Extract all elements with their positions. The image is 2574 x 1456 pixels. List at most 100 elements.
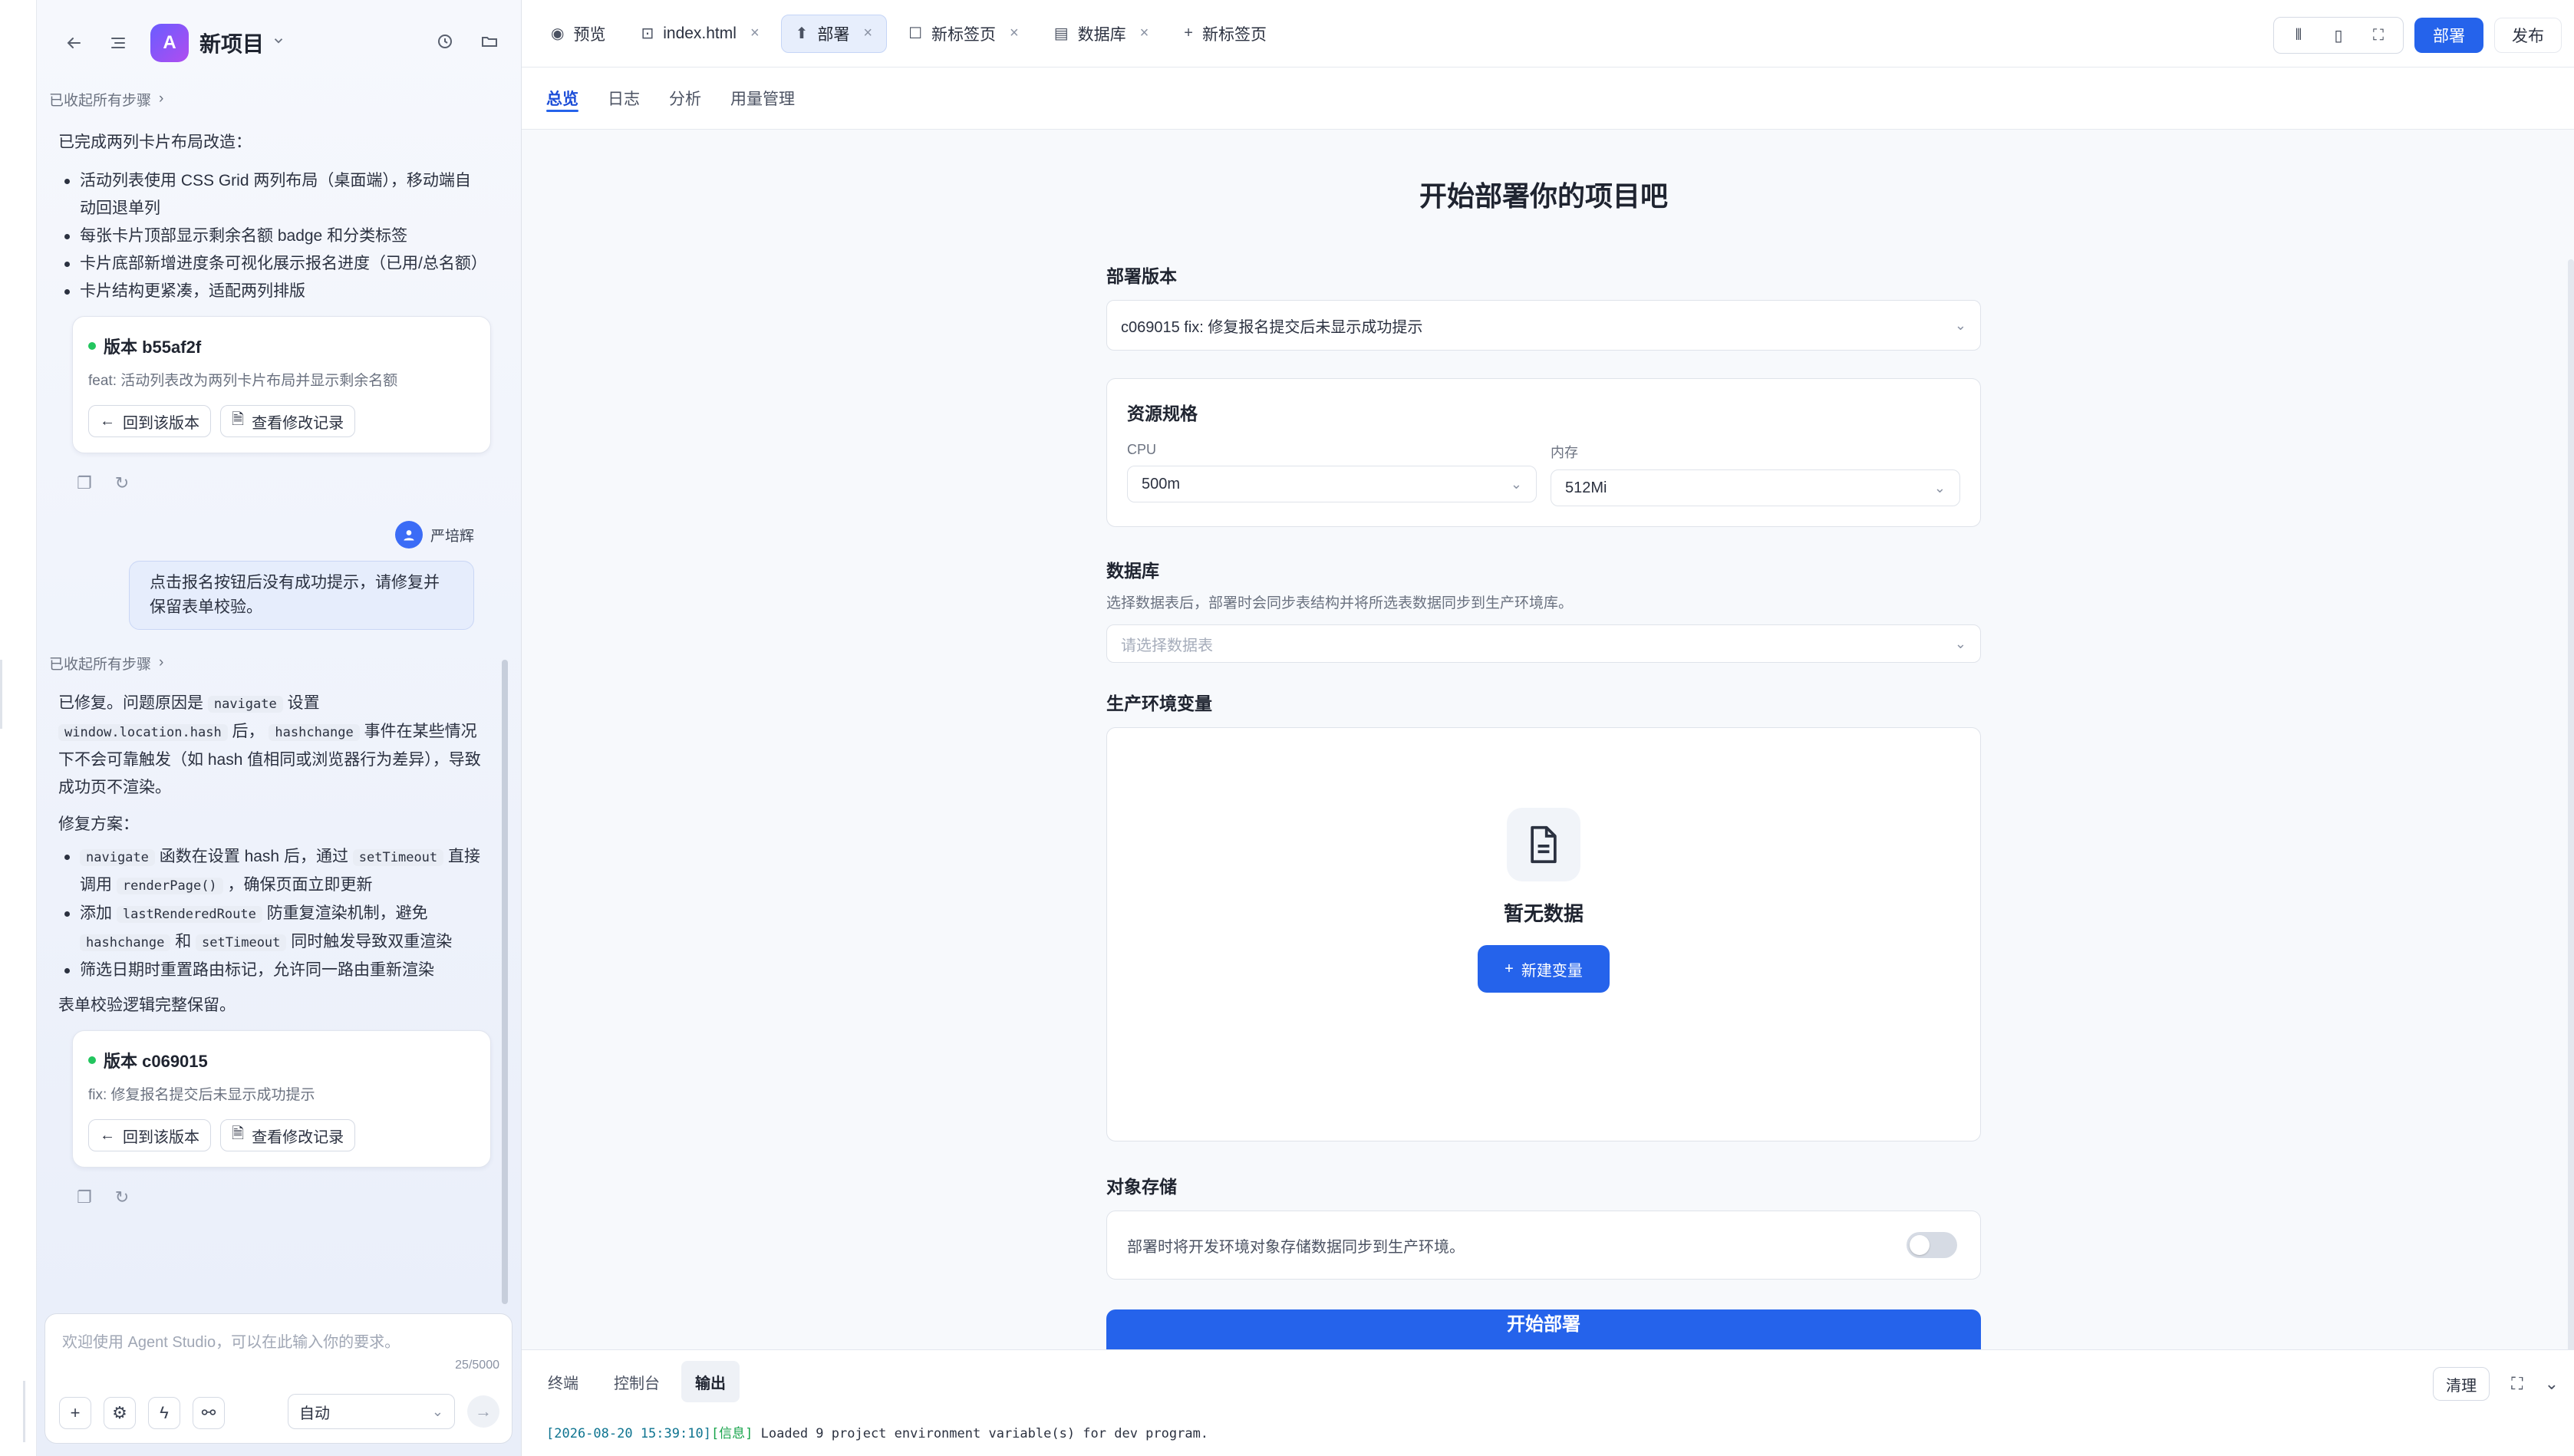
gutter-handle-bottom[interactable] — [23, 1381, 25, 1442]
tab-deploy[interactable]: ⬆ 部署 × — [780, 14, 888, 53]
chevron-right-icon: › — [159, 91, 164, 107]
version-select[interactable]: c069015 fix: 修复报名提交后未显示成功提示 ⌄ — [1106, 300, 1981, 351]
text: 添加 — [80, 904, 112, 922]
text: 设置 — [287, 694, 320, 712]
add-icon[interactable]: + — [59, 1397, 91, 1429]
composer-input[interactable]: 欢迎使用 Agent Studio，可以在此输入你的要求。 — [62, 1329, 400, 1352]
storage-toggle[interactable] — [1907, 1232, 1957, 1258]
refresh-icon[interactable]: ↻ — [115, 473, 129, 493]
database-select[interactable]: 请选择数据表 ⌄ — [1106, 624, 1981, 663]
refresh-icon[interactable]: ↻ — [115, 1188, 129, 1207]
list-menu-icon[interactable] — [101, 26, 135, 60]
mode-select[interactable]: 自动 ⌄ — [288, 1394, 455, 1429]
split-view-icon[interactable]: ⫴ — [2279, 20, 2319, 51]
close-icon[interactable]: × — [863, 25, 872, 42]
chat-scrollbar[interactable] — [502, 660, 508, 1304]
plus-icon: + — [1505, 960, 1514, 977]
revert-version-button[interactable]: ← 回到该版本 — [88, 1119, 211, 1151]
inline-code: setTimeout — [196, 934, 287, 951]
cpu-label: CPU — [1127, 442, 1157, 457]
copy-icon[interactable]: ❐ — [77, 473, 92, 493]
storage-card: 部署时将开发环境对象存储数据同步到生产环境。 — [1106, 1211, 1981, 1280]
user-meta: 严培辉 — [49, 521, 482, 548]
tab-usage[interactable]: 用量管理 — [730, 68, 795, 129]
folder-icon[interactable] — [473, 25, 506, 58]
chevron-down-icon: ⌄ — [1954, 317, 1966, 333]
inline-code: navigate — [207, 696, 283, 713]
text: 已修复。问题原因是 — [58, 694, 203, 712]
revert-version-button[interactable]: ← 回到该版本 — [88, 405, 211, 437]
memory-select[interactable]: 512Mi ⌄ — [1551, 469, 1960, 506]
tab-terminal[interactable]: 终端 — [534, 1361, 592, 1402]
view-changes-button[interactable]: 🗎 查看修改记录 — [220, 405, 356, 437]
tab-logs[interactable]: 日志 — [608, 68, 640, 129]
text: 同时触发导致双重渲染 — [291, 933, 453, 950]
env-vars-label: 生产环境变量 — [1106, 693, 1212, 713]
tab-database[interactable]: ▤ 数据库 × — [1040, 15, 1163, 53]
list-item: 添加 lastRenderedRoute 防重复渲染机制，避免 hashchan… — [58, 900, 482, 957]
collapse-icon[interactable]: ⌄ — [2545, 1374, 2559, 1394]
chat-panel: A 新项目 已收起所有步骤 › 已完成两列卡片布局改造： 活动列表使用 CSS … — [37, 0, 522, 1456]
gutter-handle[interactable] — [0, 660, 2, 729]
status-dot — [88, 1056, 96, 1064]
tab-new-2[interactable]: + 新标签页 — [1170, 15, 1280, 53]
inline-code: hashchange — [269, 724, 360, 741]
document-icon: 🗎 — [232, 1125, 245, 1142]
chevron-right-icon: › — [159, 654, 164, 670]
clear-button[interactable]: 清理 — [2433, 1367, 2490, 1401]
left-gutter — [0, 0, 37, 1456]
tab-console[interactable]: 控制台 — [600, 1361, 674, 1402]
link-icon[interactable]: ⚯ — [193, 1397, 225, 1429]
send-icon[interactable]: → — [467, 1395, 499, 1428]
collapsed-steps-toggle[interactable]: 已收起所有步骤 › — [49, 650, 482, 676]
inline-code: renderPage() — [116, 878, 223, 894]
fix-list: navigate 函数在设置 hash 后，通过 setTimeout 直接调用… — [49, 843, 482, 984]
settings-icon[interactable]: ⚙ — [104, 1397, 136, 1429]
chevron-down-icon[interactable] — [272, 34, 285, 52]
publish-button[interactable]: 发布 — [2494, 18, 2562, 53]
text: 后， — [232, 723, 265, 740]
history-icon[interactable] — [428, 25, 462, 58]
storage-desc: 部署时将开发环境对象存储数据同步到生产环境。 — [1127, 1238, 1465, 1256]
cpu-select[interactable]: 500m ⌄ — [1127, 466, 1537, 502]
deploy-form: 开始部署你的项目吧 部署版本 c069015 fix: 修复报名提交后未显示成功… — [1106, 130, 1981, 1280]
inline-code: navigate — [80, 849, 155, 866]
collapsed-steps-label: 已收起所有步骤 — [49, 92, 152, 109]
tab-output[interactable]: 输出 — [681, 1361, 740, 1402]
chat-thread: 已收起所有步骤 › 已完成两列卡片布局改造： 活动列表使用 CSS Grid 两… — [37, 86, 497, 1207]
lightning-icon[interactable]: ϟ — [148, 1397, 180, 1429]
list-item: 卡片结构更紧凑，适配两列排版 — [58, 278, 482, 305]
list-item: 每张卡片顶部显示剩余名额 badge 和分类标签 — [58, 222, 482, 250]
mobile-view-icon[interactable]: ▯ — [2319, 20, 2358, 51]
log-message: Loaded 9 project environment variable(s)… — [753, 1426, 1209, 1441]
copy-icon[interactable]: ❐ — [77, 1188, 92, 1207]
project-avatar[interactable]: A — [150, 24, 189, 62]
tab-label: index.html — [663, 24, 737, 42]
close-icon[interactable]: × — [1010, 25, 1019, 42]
log-timestamp: [2026-08-20 15:39:10] — [546, 1426, 711, 1441]
project-name[interactable]: 新项目 — [199, 28, 264, 58]
content-scrollbar[interactable] — [2568, 259, 2574, 1349]
deploy-button[interactable]: 部署 — [2414, 18, 2483, 53]
database-icon: ▤ — [1053, 25, 1069, 42]
view-changes-button[interactable]: 🗎 查看修改记录 — [220, 1119, 356, 1151]
new-variable-button[interactable]: + 新建变量 — [1478, 945, 1610, 993]
back-arrow-icon[interactable] — [57, 26, 91, 60]
tab-new-1[interactable]: ☐ 新标签页 × — [895, 15, 1033, 53]
chat-composer[interactable]: 欢迎使用 Agent Studio，可以在此输入你的要求。 25/5000 + … — [44, 1313, 512, 1444]
close-icon[interactable]: × — [750, 25, 760, 42]
code-file-icon: ⊡ — [641, 25, 654, 42]
log-line: [2026-08-20 15:39:10][信息] Loaded 9 proje… — [546, 1422, 1208, 1441]
tab-index-html[interactable]: ⊡ index.html × — [627, 15, 773, 53]
tab-overview[interactable]: 总览 — [546, 68, 578, 129]
fullscreen-icon[interactable]: ⛶ — [2358, 20, 2398, 51]
tab-analytics[interactable]: 分析 — [669, 68, 701, 129]
close-icon[interactable]: × — [1140, 25, 1149, 42]
view-changes-label: 查看修改记录 — [252, 414, 344, 432]
fix-title: 修复方案： — [58, 815, 139, 833]
memory-value: 512Mi — [1565, 479, 1607, 496]
collapsed-steps-toggle[interactable]: 已收起所有步骤 › — [49, 86, 482, 112]
tab-preview[interactable]: ◉ 预览 — [537, 15, 619, 53]
start-deploy-button[interactable]: 开始部署 — [1106, 1309, 1981, 1349]
fullscreen-icon[interactable]: ⛶ — [2511, 1374, 2523, 1394]
